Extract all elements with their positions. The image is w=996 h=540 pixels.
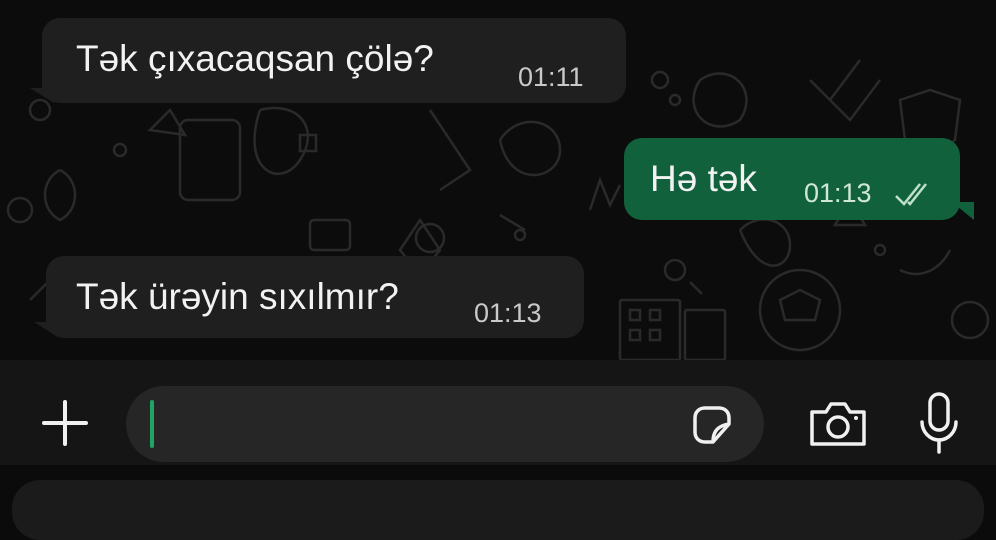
plus-icon[interactable] [36, 398, 94, 448]
message-bubble-incoming[interactable]: Tək çıxacaqsan çölə? 01:11 [42, 18, 626, 103]
message-input-container[interactable] [126, 386, 764, 462]
bubble-tail [952, 202, 974, 220]
bubble-tail [30, 88, 54, 103]
message-time: 01:13 [804, 178, 872, 208]
keyboard-panel [12, 480, 984, 540]
message-text: Tək ürəyin sıxılmır? [76, 276, 399, 317]
message-bubble-outgoing[interactable]: Hə tək 01:13 [624, 138, 960, 220]
message-time: 01:11 [518, 62, 584, 92]
message-text: Hə tək [650, 158, 757, 199]
sticker-icon[interactable] [686, 400, 736, 450]
message-composer [0, 360, 996, 465]
chat-area: Tək çıxacaqsan çölə? 01:11 Hə tək 01:13 … [0, 0, 996, 360]
message-text: Tək çıxacaqsan çölə? [76, 38, 434, 79]
camera-icon[interactable] [806, 400, 870, 448]
microphone-icon[interactable] [916, 390, 962, 456]
bubble-tail [34, 322, 58, 337]
text-caret [150, 400, 154, 448]
double-check-icon [895, 183, 927, 206]
message-bubble-incoming[interactable]: Tək ürəyin sıxılmır? 01:13 [46, 256, 584, 338]
message-time: 01:13 [474, 298, 542, 328]
message-input[interactable] [150, 400, 674, 450]
